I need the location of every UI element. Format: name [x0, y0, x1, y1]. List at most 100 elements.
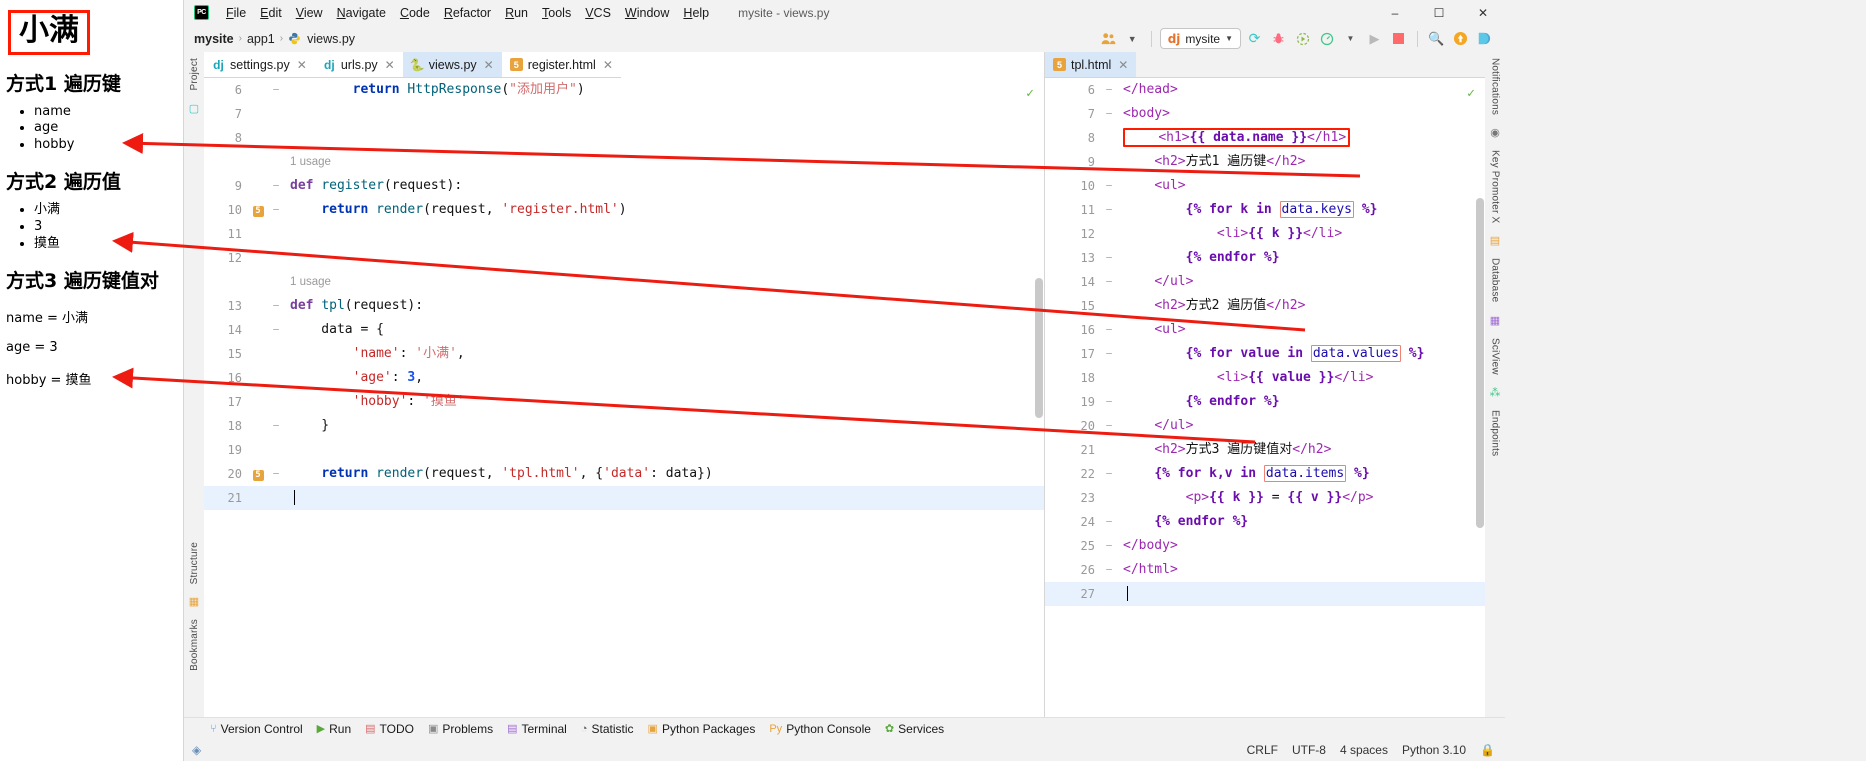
fold-marker[interactable]: −	[1101, 198, 1117, 222]
fold-marker[interactable]: −	[1101, 246, 1117, 270]
breadcrumb-project[interactable]: mysite	[192, 32, 236, 46]
code-line[interactable]: 11− {% for k in data.keys %}	[1045, 198, 1485, 222]
fold-marker[interactable]: −	[268, 78, 284, 102]
run-icon[interactable]: ▶	[1364, 28, 1385, 49]
menu-item-edit[interactable]: Edit	[253, 4, 289, 22]
gutter-marker[interactable]: 5	[248, 462, 268, 486]
tab-views-py[interactable]: 🐍 views.py ✕	[402, 52, 502, 78]
fold-marker[interactable]: −	[1101, 462, 1117, 486]
code-line[interactable]: 7− <body>	[1045, 102, 1485, 126]
run-configuration-selector[interactable]: dj mysite ▼	[1159, 28, 1241, 49]
close-icon[interactable]: ✕	[1118, 58, 1128, 72]
code-line[interactable]: 26− </html>	[1045, 558, 1485, 582]
code-line[interactable]: 20 5− return render(request, 'tpl.html', …	[204, 462, 1044, 486]
close-icon[interactable]: ✕	[297, 58, 307, 72]
breadcrumb-app[interactable]: app1	[245, 32, 277, 46]
fold-marker[interactable]: −	[1101, 414, 1117, 438]
fold-marker[interactable]: −	[268, 294, 284, 318]
menu-item-run[interactable]: Run	[498, 4, 535, 22]
fold-marker[interactable]: −	[1101, 102, 1117, 126]
code-line[interactable]: 13− {% endfor %}	[1045, 246, 1485, 270]
code-tpl-html[interactable]: ✓ 6− </head> 7− <body> 8 <h1>{{ data.name }}…	[1045, 78, 1485, 717]
sidebar-item-key-promoter[interactable]: Key Promoter X	[1490, 144, 1501, 229]
menu-item-help[interactable]: Help	[676, 4, 716, 22]
tab-urls-py[interactable]: dj urls.py ✕	[314, 52, 403, 78]
sidebar-item-notifications[interactable]: Notifications	[1490, 52, 1501, 121]
breadcrumb-file[interactable]: views.py	[305, 32, 357, 46]
code-line[interactable]: 14 − data = {	[204, 318, 1044, 342]
code-line[interactable]: 6− </head>	[1045, 78, 1485, 102]
fold-marker[interactable]: −	[268, 174, 284, 198]
code-line[interactable]: 17− {% for value in data.values %}	[1045, 342, 1485, 366]
tab-register-html[interactable]: 5 register.html ✕	[501, 52, 621, 78]
code-line[interactable]: 21 <h2>方式3 遍历键值对</h2>	[1045, 438, 1485, 462]
usage-hint[interactable]: 1 usage	[290, 276, 331, 288]
debug-bug-icon[interactable]	[1268, 28, 1289, 49]
code-line[interactable]: 15 'name': '小满',	[204, 342, 1044, 366]
code-line[interactable]: 9 − def register(request):	[204, 174, 1044, 198]
code-line[interactable]: 21	[204, 486, 1044, 510]
tool-window-todo[interactable]: ▤ TODO	[365, 722, 414, 736]
fold-marker[interactable]: −	[268, 414, 284, 438]
code-line[interactable]: 20− </ul>	[1045, 414, 1485, 438]
fold-marker[interactable]: −	[268, 198, 284, 222]
fold-marker[interactable]: −	[1101, 558, 1117, 582]
search-icon[interactable]: 🔍	[1426, 28, 1447, 49]
gutter-marker[interactable]: 5	[248, 198, 268, 222]
tool-window-python-packages[interactable]: ▣ Python Packages	[648, 722, 756, 736]
fold-marker[interactable]: −	[1101, 390, 1117, 414]
code-line[interactable]: 25− </body>	[1045, 534, 1485, 558]
fold-marker[interactable]: −	[1101, 270, 1117, 294]
tool-window-run[interactable]: ▶ Run	[317, 722, 351, 736]
sidebar-item-bookmarks[interactable]: Bookmarks	[189, 613, 200, 677]
close-icon[interactable]: ✕	[603, 58, 613, 72]
code-line[interactable]: 16− <ul>	[1045, 318, 1485, 342]
indent-status[interactable]: 4 spaces	[1340, 743, 1388, 757]
code-line[interactable]: 15 <h2>方式2 遍历值</h2>	[1045, 294, 1485, 318]
code-line[interactable]: 19	[204, 438, 1044, 462]
sidebar-item-project[interactable]: Project	[189, 52, 200, 97]
code-line[interactable]: 8	[204, 126, 1044, 150]
menu-item-view[interactable]: View	[289, 4, 330, 22]
usage-hint[interactable]: 1 usage	[290, 156, 331, 168]
chevron-down-icon[interactable]: ▼	[1340, 28, 1361, 49]
code-line[interactable]: 23 <p>{{ k }} = {{ v }}</p>	[1045, 486, 1485, 510]
maximize-icon[interactable]: ☐	[1417, 0, 1461, 25]
code-line[interactable]: 1 usage	[204, 150, 1044, 174]
code-line[interactable]: 27	[1045, 582, 1485, 606]
editor-scrollbar[interactable]	[1035, 278, 1043, 418]
sidebar-item-sciview[interactable]: SciView	[1490, 332, 1501, 381]
update-icon[interactable]	[1450, 28, 1471, 49]
interpreter-status[interactable]: Python 3.10	[1402, 743, 1466, 757]
fold-marker[interactable]: −	[1101, 174, 1117, 198]
sidebar-item-structure[interactable]: Structure	[189, 536, 200, 590]
code-line[interactable]: 10− <ul>	[1045, 174, 1485, 198]
structure-icon[interactable]: ▦	[189, 595, 199, 608]
code-line[interactable]: 13 − def tpl(request):	[204, 294, 1044, 318]
reload-icon[interactable]: ⟳	[1244, 28, 1265, 49]
chevron-down-icon[interactable]: ▼	[1122, 28, 1143, 49]
monitor-icon[interactable]: ▢	[189, 102, 199, 115]
fold-marker[interactable]: −	[1101, 318, 1117, 342]
tool-window-statistic[interactable]: ◔ Statistic	[581, 722, 634, 736]
code-line[interactable]: 16 'age': 3,	[204, 366, 1044, 390]
code-line[interactable]: 1 usage	[204, 270, 1044, 294]
tool-window-python-console[interactable]: Py Python Console	[769, 722, 871, 736]
code-line[interactable]: 9 <h2>方式1 遍历键</h2>	[1045, 150, 1485, 174]
code-views-py[interactable]: ✓ 6 − return HttpResponse("添加用户") 7 8 1 usag…	[204, 78, 1044, 717]
tool-window-problems[interactable]: ▣ Problems	[428, 722, 493, 736]
fold-marker[interactable]: −	[1101, 78, 1117, 102]
lock-icon[interactable]: 🔒	[1480, 743, 1495, 757]
tool-window-services[interactable]: ✿ Services	[885, 722, 944, 736]
users-icon[interactable]	[1098, 28, 1119, 49]
menu-item-code[interactable]: Code	[393, 4, 437, 22]
close-icon[interactable]: ✕	[484, 58, 494, 72]
menu-item-tools[interactable]: Tools	[535, 4, 578, 22]
close-icon[interactable]: ✕	[1461, 0, 1505, 25]
code-line[interactable]: 19− {% endfor %}	[1045, 390, 1485, 414]
code-line[interactable]: 12 <li>{{ k }}</li>	[1045, 222, 1485, 246]
tab-settings-py[interactable]: dj settings.py ✕	[204, 52, 315, 78]
tool-window-version-control[interactable]: ⑂ Version Control	[210, 722, 303, 736]
code-line[interactable]: 24− {% endfor %}	[1045, 510, 1485, 534]
fold-marker[interactable]: −	[268, 462, 284, 486]
